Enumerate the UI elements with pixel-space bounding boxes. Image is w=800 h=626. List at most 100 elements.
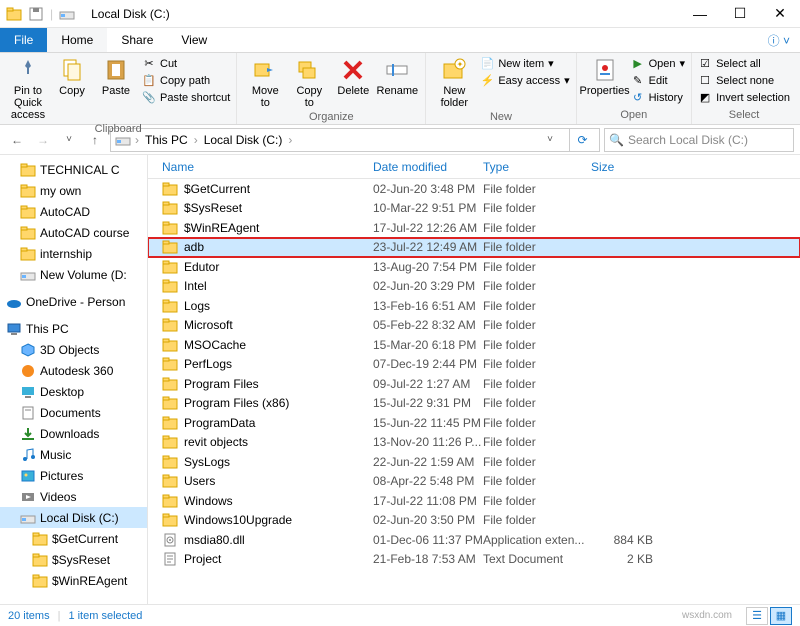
tree-node[interactable]: AutoCAD course bbox=[0, 222, 147, 243]
new-item-button[interactable]: 📄New item ▾ bbox=[480, 55, 569, 72]
tree-node[interactable]: AutoCAD bbox=[0, 201, 147, 222]
group-label: Organize bbox=[243, 111, 419, 124]
file-row[interactable]: revit objects13-Nov-20 11:26 P...File fo… bbox=[148, 433, 800, 453]
col-size[interactable]: Size bbox=[591, 160, 661, 174]
ribbon-help[interactable]: ⓘ ˅ bbox=[758, 28, 800, 52]
file-row[interactable]: Project21-Feb-18 7:53 AMText Document2 K… bbox=[148, 550, 800, 570]
col-type[interactable]: Type bbox=[483, 160, 591, 174]
file-row[interactable]: Windows17-Jul-22 11:08 PMFile folder bbox=[148, 491, 800, 511]
close-button[interactable]: ✕ bbox=[760, 0, 800, 28]
file-row[interactable]: Program Files09-Jul-22 1:27 AMFile folde… bbox=[148, 374, 800, 394]
file-row[interactable]: Windows10Upgrade02-Jun-20 3:50 PMFile fo… bbox=[148, 511, 800, 531]
file-row[interactable]: PerfLogs07-Dec-19 2:44 PMFile folder bbox=[148, 355, 800, 375]
file-name: msdia80.dll bbox=[184, 533, 245, 547]
move-to-button[interactable]: Move to bbox=[243, 55, 287, 111]
file-date: 22-Jun-22 1:59 AM bbox=[373, 455, 483, 469]
tree-node[interactable]: 3D Objects bbox=[0, 339, 147, 360]
file-row[interactable]: $GetCurrent02-Jun-20 3:48 PMFile folder bbox=[148, 179, 800, 199]
file-date: 17-Jul-22 11:08 PM bbox=[373, 494, 483, 508]
properties-button[interactable]: Properties bbox=[583, 55, 627, 99]
tree-node[interactable]: Videos bbox=[0, 486, 147, 507]
tree-node[interactable]: New Volume (D: bbox=[0, 264, 147, 285]
file-row[interactable]: $SysReset10-Mar-22 9:51 PMFile folder bbox=[148, 199, 800, 219]
tree-node[interactable]: Downloads bbox=[0, 423, 147, 444]
tab-share[interactable]: Share bbox=[107, 28, 167, 52]
tree-node[interactable]: Music bbox=[0, 444, 147, 465]
select-all-icon: ☑ bbox=[698, 57, 712, 71]
file-row[interactable]: Users08-Apr-22 5:48 PMFile folder bbox=[148, 472, 800, 492]
group-clipboard: Pin to Quick access Copy Paste ✂Cut 📋Cop… bbox=[0, 53, 237, 124]
minimize-button[interactable]: — bbox=[680, 0, 720, 28]
file-row[interactable]: Edutor13-Aug-20 7:54 PMFile folder bbox=[148, 257, 800, 277]
new-folder-button[interactable]: ✦New folder bbox=[432, 55, 476, 111]
maximize-button[interactable]: ☐ bbox=[720, 0, 760, 28]
file-row[interactable]: Intel02-Jun-20 3:29 PMFile folder bbox=[148, 277, 800, 297]
rename-icon bbox=[384, 57, 410, 83]
tree-label: Pictures bbox=[40, 469, 83, 483]
qat-separator: | bbox=[50, 7, 53, 21]
pin-quick-access-button[interactable]: Pin to Quick access bbox=[6, 55, 50, 123]
tree-node[interactable]: internship bbox=[0, 243, 147, 264]
drive-icon bbox=[20, 510, 36, 526]
view-details-button[interactable]: ☰ bbox=[746, 607, 768, 625]
delete-button[interactable]: Delete bbox=[331, 55, 375, 99]
search-box[interactable]: 🔍 Search Local Disk (C:) bbox=[604, 128, 794, 152]
history-button[interactable]: ↺History bbox=[631, 89, 685, 106]
file-row[interactable]: Logs13-Feb-16 6:51 AMFile folder bbox=[148, 296, 800, 316]
file-name: Program Files (x86) bbox=[184, 396, 289, 410]
address-dropdown[interactable]: ˅ bbox=[539, 129, 561, 151]
3d-icon bbox=[20, 342, 36, 358]
file-row[interactable]: Microsoft05-Feb-22 8:32 AMFile folder bbox=[148, 316, 800, 336]
open-button[interactable]: ▶Open ▾ bbox=[631, 55, 685, 72]
file-type: File folder bbox=[483, 474, 591, 488]
copy-to-button[interactable]: Copy to bbox=[287, 55, 331, 111]
tree-node[interactable]: Autodesk 360 bbox=[0, 360, 147, 381]
file-type: File folder bbox=[483, 416, 591, 430]
file-row[interactable]: SysLogs22-Jun-22 1:59 AMFile folder bbox=[148, 452, 800, 472]
tree-node[interactable]: Documents bbox=[0, 402, 147, 423]
select-all-button[interactable]: ☑Select all bbox=[698, 55, 790, 72]
tree-node[interactable]: OneDrive - Person bbox=[0, 291, 147, 312]
tab-home[interactable]: Home bbox=[47, 28, 107, 52]
tab-view[interactable]: View bbox=[167, 28, 221, 52]
file-row[interactable]: MSOCache15-Mar-20 6:18 PMFile folder bbox=[148, 335, 800, 355]
group-open: Properties ▶Open ▾ ✎Edit ↺History Open bbox=[577, 53, 692, 124]
search-placeholder: Search Local Disk (C:) bbox=[628, 133, 748, 147]
properties-icon bbox=[592, 57, 618, 83]
col-date[interactable]: Date modified bbox=[373, 160, 483, 174]
tree-node[interactable]: Local Disk (C:) bbox=[0, 507, 147, 528]
tree-node[interactable]: This PC bbox=[0, 318, 147, 339]
file-row[interactable]: Program Files (x86)15-Jul-22 9:31 PMFile… bbox=[148, 394, 800, 414]
column-headers[interactable]: Name Date modified Type Size bbox=[148, 155, 800, 179]
copy-path-button[interactable]: 📋Copy path bbox=[142, 72, 230, 89]
tree-node[interactable]: TECHNICAL C bbox=[0, 159, 147, 180]
view-icons-button[interactable]: ▦ bbox=[770, 607, 792, 625]
edit-button[interactable]: ✎Edit bbox=[631, 72, 685, 89]
select-none-button[interactable]: ☐Select none bbox=[698, 72, 790, 89]
refresh-button[interactable]: ⟳ bbox=[569, 129, 595, 151]
qat-save-icon[interactable] bbox=[28, 6, 44, 22]
tree-node[interactable]: $GetCurrent bbox=[0, 528, 147, 549]
tree-node[interactable]: my own bbox=[0, 180, 147, 201]
invert-selection-button[interactable]: ◩Invert selection bbox=[698, 89, 790, 106]
paste-shortcut-button[interactable]: 📎Paste shortcut bbox=[142, 89, 230, 106]
tree-node[interactable]: Desktop bbox=[0, 381, 147, 402]
copy-button[interactable]: Copy bbox=[50, 55, 94, 99]
col-name[interactable]: Name bbox=[148, 160, 373, 174]
rename-button[interactable]: Rename bbox=[375, 55, 419, 99]
paste-button[interactable]: Paste bbox=[94, 55, 138, 99]
easy-access-button[interactable]: ⚡Easy access ▾ bbox=[480, 72, 569, 89]
file-row[interactable]: $WinREAgent17-Jul-22 12:26 AMFile folder bbox=[148, 218, 800, 238]
tree-node[interactable]: $SysReset bbox=[0, 549, 147, 570]
file-menu[interactable]: File bbox=[0, 28, 47, 52]
folder-icon bbox=[20, 204, 36, 220]
file-row[interactable]: adb23-Jul-22 12:49 AMFile folder bbox=[148, 238, 800, 258]
file-date: 09-Jul-22 1:27 AM bbox=[373, 377, 483, 391]
file-row[interactable]: ProgramData15-Jun-22 11:45 PMFile folder bbox=[148, 413, 800, 433]
navigation-tree[interactable]: TECHNICAL Cmy ownAutoCADAutoCAD coursein… bbox=[0, 155, 148, 604]
cut-button[interactable]: ✂Cut bbox=[142, 55, 230, 72]
txt-icon bbox=[162, 551, 178, 567]
tree-node[interactable]: $WinREAgent bbox=[0, 570, 147, 591]
file-row[interactable]: msdia80.dll01-Dec-06 11:37 PMApplication… bbox=[148, 530, 800, 550]
tree-node[interactable]: Pictures bbox=[0, 465, 147, 486]
